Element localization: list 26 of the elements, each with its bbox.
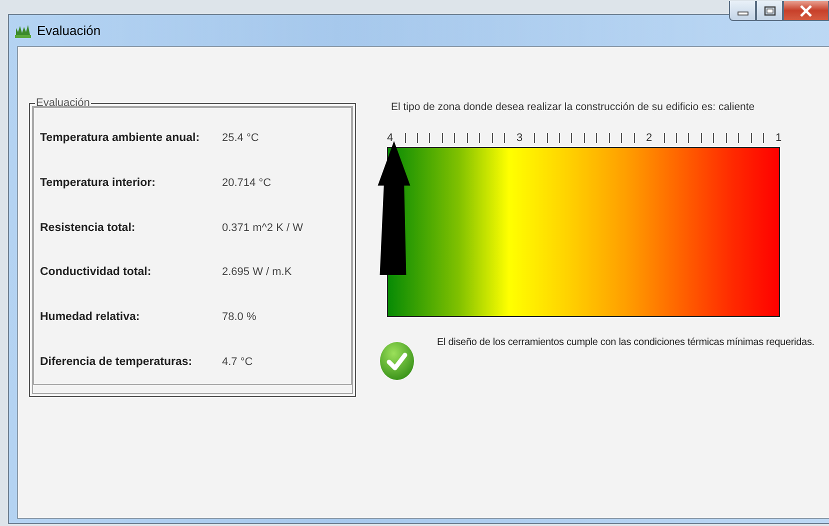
zone-text: El tipo de zona donde desea realizar la construcción de su edificio es: caliente	[391, 101, 756, 113]
result-text: El diseño de los cerramientos cumple con las condiciones térmicas mínimas requeridas.	[437, 337, 814, 350]
field-label: Conductividad total:	[40, 266, 152, 278]
maximize-button[interactable]	[756, 1, 783, 21]
field-label: Resistencia total:	[40, 222, 136, 234]
field-label: Temperatura interior:	[40, 177, 156, 189]
close-icon	[799, 4, 813, 16]
field-label: Diferencia de temperaturas:	[40, 356, 194, 368]
maximize-icon	[764, 6, 776, 16]
field-value: 78.0 %	[222, 311, 256, 324]
field-label: Temperatura ambiente anual:	[40, 132, 201, 144]
scale-label: 4	[387, 132, 394, 144]
field-value: 0.371 m^2 K / W	[222, 222, 303, 234]
scale-label: 2	[646, 132, 652, 144]
field-label: Humedad relativa:	[40, 311, 141, 324]
group-title: Evaluación	[35, 97, 91, 109]
close-button[interactable]	[783, 1, 829, 21]
window-title: Evaluación	[37, 23, 101, 38]
scale-label: 1	[776, 132, 782, 144]
field-value: 20.714 °C	[222, 177, 272, 189]
field-value: 4.7 °C	[222, 356, 253, 368]
field-value: 2.695 W / m.K	[222, 266, 292, 278]
scale-label: 3	[516, 132, 523, 144]
field-value: 25.4 °C	[222, 132, 259, 144]
minimize-button[interactable]	[729, 1, 756, 21]
chart-icon	[15, 24, 31, 38]
